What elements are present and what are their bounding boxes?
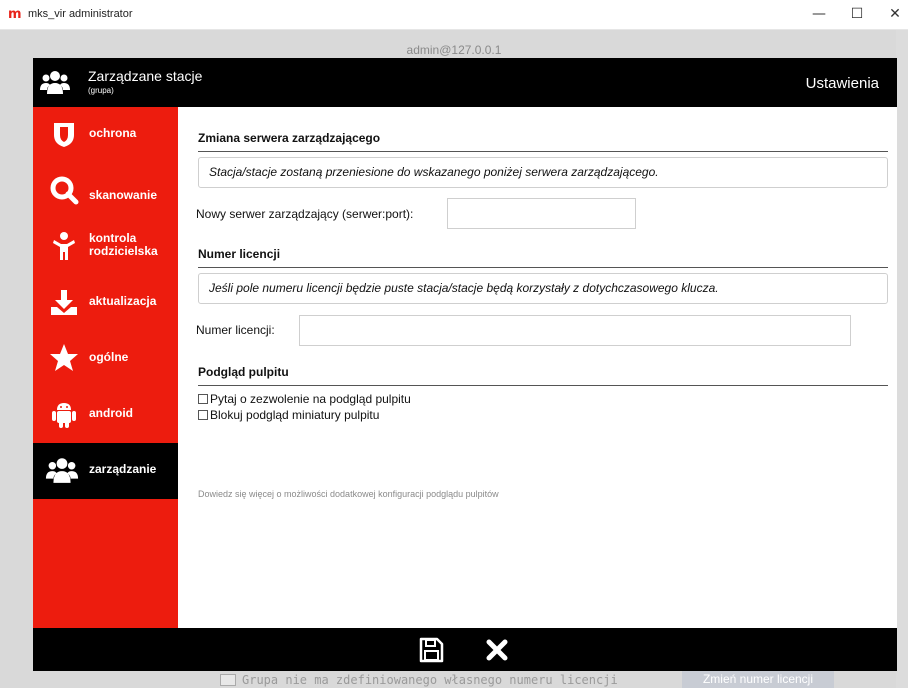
block-thumbnail-checkbox-row[interactable]: Blokuj podgląd miniatury pulpitu (198, 408, 379, 422)
sidebar-item-ochrona[interactable]: ochrona (33, 107, 178, 163)
android-icon (52, 403, 76, 428)
new-server-input[interactable] (447, 198, 636, 229)
ask-permission-label: Pytaj o zezwolenie na podgląd pulpitu (210, 392, 411, 406)
sidebar-item-label: ochrona (89, 126, 137, 140)
server-section-heading: Zmiana serwera zarządzającego (198, 131, 888, 152)
sidebar-item-android[interactable]: android (33, 387, 178, 443)
minimize-button[interactable]: — (804, 2, 834, 26)
background-license-row: Grupa nie ma zdefiniowanego własnego num… (220, 671, 860, 688)
settings-dialog: Zarządzane stacje (grupa) Ustawienia och… (33, 58, 897, 671)
change-license-button: Zmień numer licencji (682, 671, 834, 688)
dialog-section-label: Ustawienia (805, 75, 879, 92)
ask-permission-checkbox[interactable] (198, 394, 208, 404)
license-number-input[interactable] (299, 315, 851, 346)
sidebar-item-skanowanie[interactable]: skanowanie (33, 163, 178, 219)
download-icon (51, 290, 77, 315)
star-icon (50, 344, 78, 371)
maximize-button[interactable]: ☐ (842, 2, 872, 26)
desktop-section-heading: Podgląd pulpitu (198, 365, 888, 386)
dialog-subtitle: (grupa) (88, 86, 114, 95)
window-title: mks_vir administrator (28, 8, 133, 20)
background-license-text: Grupa nie ma zdefiniowanego własnego num… (242, 673, 618, 687)
sidebar-item-label: ogólne (89, 350, 129, 364)
window-titlebar: m mks_vir administrator — ☐ ✕ (0, 0, 908, 30)
license-info-box: Jeśli pole numeru licencji będzie puste … (198, 273, 888, 304)
sidebar-item-zarzadzanie[interactable]: zarządzanie (33, 443, 178, 499)
background-scrollbar (896, 30, 908, 688)
app-logo: m (8, 7, 22, 22)
block-thumbnail-label: Blokuj podgląd miniatury pulpitu (210, 408, 380, 422)
group-icon (45, 458, 79, 483)
license-section-heading: Numer licencji (198, 247, 888, 268)
sidebar-item-label-line1: kontrola (89, 231, 137, 245)
license-number-label: Numer licencji: (196, 323, 275, 337)
id-card-icon (220, 674, 236, 686)
sidebar-item-aktualizacja[interactable]: aktualizacja (33, 275, 178, 331)
sidebar-item-label-line2: rodzicielska (89, 244, 158, 258)
settings-content: Zmiana serwera zarządzającego Stacja/sta… (178, 107, 897, 628)
new-server-label: Nowy serwer zarządzający (serwer:port): (196, 207, 414, 221)
sidebar-item-label: zarządzanie (89, 462, 157, 476)
desktop-preview-more-link[interactable]: Dowiedz się więcej o możliwości dodatkow… (198, 489, 499, 499)
dialog-title: Zarządzane stacje (88, 68, 203, 84)
sidebar-item-kontrola-rodzicielska[interactable]: kontrola rodzicielska (33, 219, 178, 275)
block-thumbnail-checkbox[interactable] (198, 410, 208, 420)
server-info-box: Stacja/stacje zostaną przeniesione do ws… (198, 157, 888, 188)
dialog-footer (33, 628, 897, 671)
group-icon (40, 71, 70, 94)
background-host-label: admin@127.0.0.1 (406, 43, 502, 57)
save-icon[interactable] (417, 636, 445, 664)
window-close-button[interactable]: ✕ (880, 2, 908, 26)
close-icon[interactable] (483, 636, 511, 664)
sidebar-item-label: skanowanie (89, 188, 158, 202)
magnifier-icon (50, 176, 79, 205)
child-icon (53, 232, 75, 260)
ask-permission-checkbox-row[interactable]: Pytaj o zezwolenie na podgląd pulpitu (198, 392, 411, 406)
sidebar-item-label: aktualizacja (89, 294, 157, 308)
shield-icon (54, 123, 74, 147)
sidebar-item-ogolne[interactable]: ogólne (33, 331, 178, 387)
sidebar: ochrona skanowanie kontrola rodzicielska (33, 107, 178, 628)
sidebar-item-label: android (89, 406, 133, 420)
dialog-header: Zarządzane stacje (grupa) Ustawienia (33, 58, 897, 107)
